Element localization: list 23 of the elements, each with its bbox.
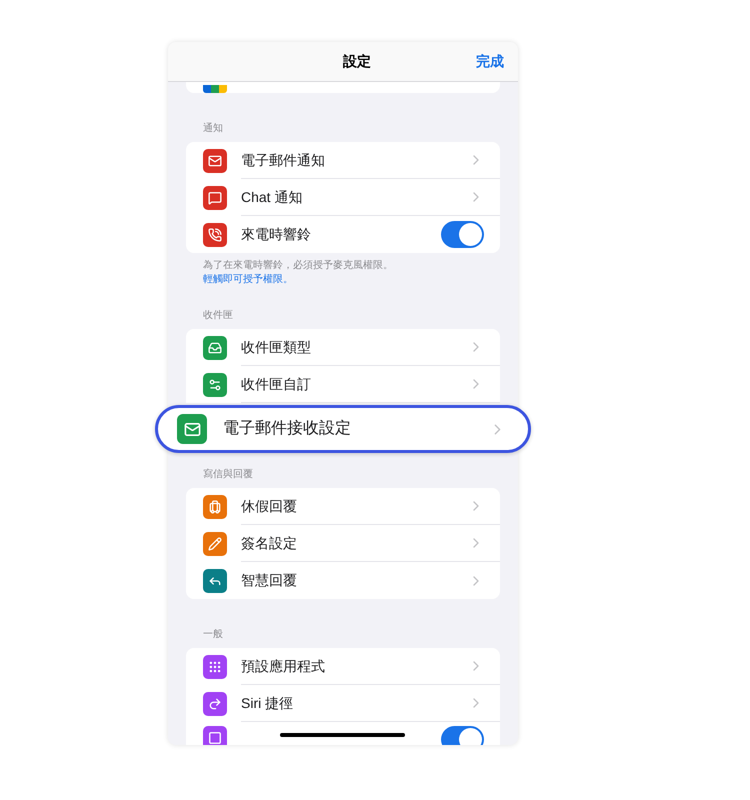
toggle-switch[interactable]: [441, 221, 484, 248]
section-header: 寫信與回覆: [202, 468, 254, 482]
done-button[interactable]: 完成: [476, 51, 504, 72]
setting-label[interactable]: 休假回覆: [241, 496, 468, 516]
setting-label: 電子郵件接收設定: [223, 418, 352, 439]
permission-note: 為了在來電時響鈴，必須授予麥克風權限。 輕觸即可授予權限。: [202, 258, 394, 287]
meet-app-icon: [203, 85, 227, 93]
section-header: 通知: [202, 122, 224, 136]
setting-label[interactable]: Chat 通知: [241, 186, 468, 208]
setting-label[interactable]: 電子郵件通知: [241, 150, 468, 170]
highlighted-setting-row[interactable]: 電子郵件接收設定: [155, 405, 531, 453]
section-header: 收件匣: [202, 309, 234, 323]
setting-label[interactable]: 預設應用程式: [241, 656, 468, 676]
screen-title: 設定: [343, 52, 371, 71]
setting-label[interactable]: 簽名設定: [241, 532, 468, 554]
setting-label[interactable]: 收件匣自訂: [241, 374, 468, 394]
setting-label[interactable]: 收件匣類型: [241, 336, 468, 358]
setting-label[interactable]: 智慧回覆: [241, 570, 468, 591]
setting-label[interactable]: Siri 捷徑: [241, 692, 468, 714]
setting-label[interactable]: 來電時響鈴: [241, 224, 441, 245]
section-header: 一般: [202, 628, 224, 642]
toggle-switch[interactable]: [441, 726, 484, 745]
grant-permission-link[interactable]: 輕觸即可授予權限。: [203, 274, 293, 285]
